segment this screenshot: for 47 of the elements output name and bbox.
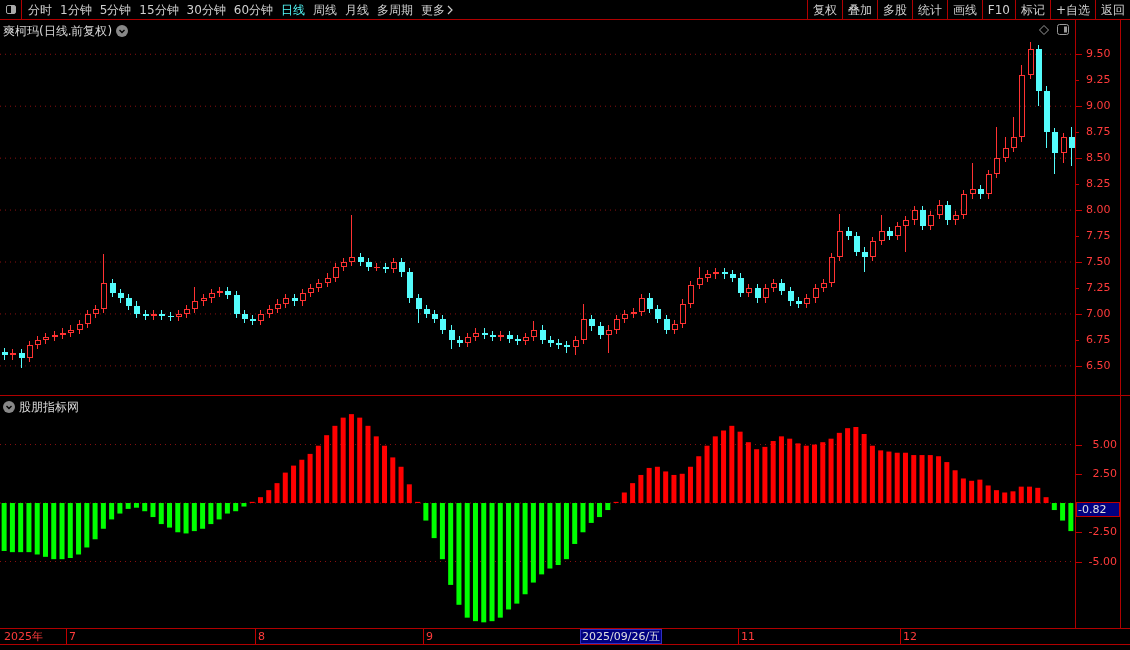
price-axis-label: 9.50 (1086, 48, 1111, 61)
period-tab[interactable]: 月线 (345, 0, 370, 19)
cursor-date-label: 2025/09/26/五 (580, 629, 663, 644)
price-axis-label: 9.25 (1086, 74, 1111, 87)
period-tab[interactable]: 15分钟 (139, 0, 179, 19)
date-axis-label: 7 (66, 629, 76, 644)
price-axis-label: 8.50 (1086, 152, 1111, 165)
date-axis-label: 8 (255, 629, 265, 644)
indicator-title: 股朋指标网 (19, 399, 79, 416)
toolbar-button[interactable]: 画线 (946, 0, 982, 19)
price-axis-label: 8.75 (1086, 126, 1111, 139)
indicator-axis-label: 5.00 (1092, 438, 1117, 451)
indicator-axis-label: -5.00 (1088, 555, 1117, 568)
toolbar-button[interactable]: +自选 (1049, 0, 1095, 19)
period-tab[interactable]: 1分钟 (60, 0, 92, 19)
indicator-axis-label: 2.50 (1092, 467, 1117, 480)
toolbar-button[interactable]: 统计 (911, 0, 947, 19)
toolbar-button[interactable]: 标记 (1014, 0, 1050, 19)
toolbar-button[interactable]: 返回 (1095, 0, 1130, 19)
toolbar-button[interactable]: 叠加 (841, 0, 877, 19)
date-axis-label: 11 (738, 629, 755, 644)
price-axis-label: 8.00 (1086, 204, 1111, 217)
period-tab[interactable]: 60分钟 (233, 0, 274, 19)
period-tab[interactable]: 日线 (281, 0, 306, 19)
date-axis-label: 12 (900, 629, 917, 644)
period-tab[interactable]: 周线 (313, 0, 338, 19)
period-tab[interactable]: 分时 (28, 0, 52, 19)
period-tab[interactable]: 5分钟 (99, 0, 132, 19)
current-value-label: -0.82 (1076, 502, 1120, 517)
toolbar-button[interactable]: F10 (981, 0, 1015, 19)
price-axis-label: 7.75 (1086, 230, 1111, 243)
toolbar-button[interactable]: 多股 (876, 0, 912, 19)
price-axis-label: 7.50 (1086, 256, 1111, 268)
price-axis-label: 9.00 (1086, 100, 1111, 113)
price-axis-label: 7.25 (1086, 281, 1111, 294)
price-axis-label: 7.00 (1086, 307, 1111, 320)
price-axis-label: 6.50 (1086, 359, 1111, 372)
toolbar-button[interactable]: 复权 (806, 0, 842, 19)
period-tab[interactable]: 多周期 (377, 0, 414, 19)
indicator-axis-label: -2.50 (1088, 526, 1117, 539)
year-label: 2025年 (4, 629, 43, 644)
stock-title: 爽柯玛(日线.前复权) (3, 23, 113, 40)
more-menu[interactable]: 更多 (421, 0, 454, 19)
period-tab[interactable]: 30分钟 (186, 0, 226, 19)
date-axis-label: 9 (423, 629, 433, 644)
price-axis-label: 6.75 (1086, 333, 1111, 346)
price-axis-label: 8.25 (1086, 178, 1111, 191)
